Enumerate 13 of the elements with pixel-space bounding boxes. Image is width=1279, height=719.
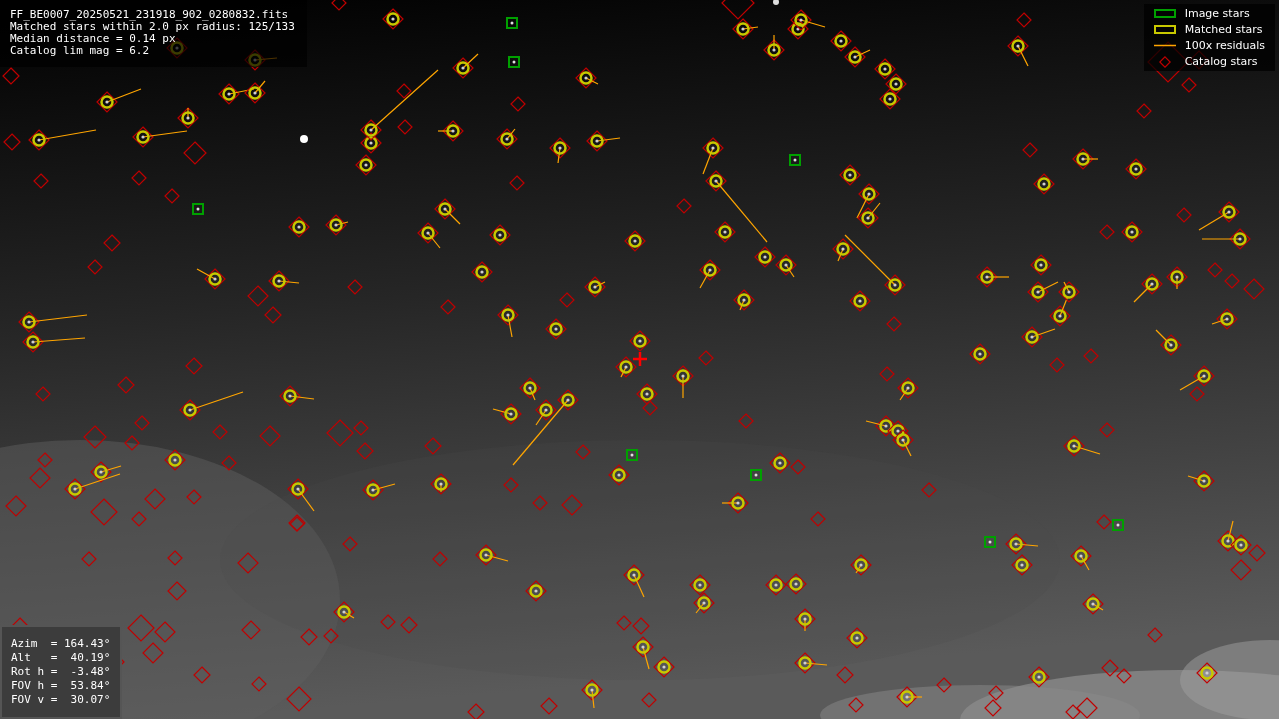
info-line: Catalog lim mag = 6.2 bbox=[10, 45, 151, 57]
legend-label: Matched stars bbox=[1184, 23, 1263, 36]
legend-label: 100x residuals bbox=[1184, 39, 1265, 52]
pointing-line: Azim = 164.43° bbox=[11, 637, 111, 651]
pointing-line: FOV v = 30.07° bbox=[11, 693, 111, 707]
legend-label: Image stars bbox=[1184, 7, 1250, 20]
legend-label: Catalog stars bbox=[1184, 55, 1258, 68]
info-line: Matched stars within 2.0 px radius: 125/133 bbox=[10, 21, 295, 33]
pointing-line: FOV h = 53.84° bbox=[11, 679, 111, 693]
info-line: FF_BE0007_20250521_231918_902_0280832.fits bbox=[10, 9, 290, 21]
info-line: Median distance = 0.14 px bbox=[10, 33, 177, 45]
pointing-line: Rot h = -3.48° bbox=[11, 665, 111, 679]
pointing-line: Alt = 40.19° bbox=[11, 651, 111, 665]
